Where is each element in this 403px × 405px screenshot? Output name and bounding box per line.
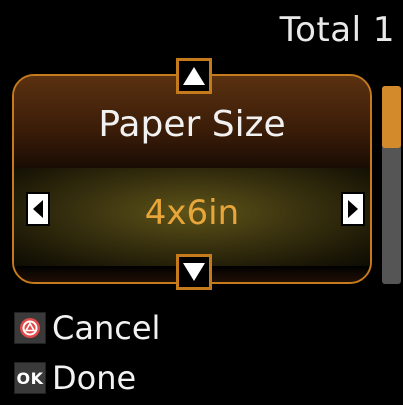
triangle-up-icon bbox=[183, 67, 205, 85]
setting-value: 4x6in bbox=[144, 193, 240, 233]
paper-size-setting-panel[interactable]: Paper Size 4x6in bbox=[12, 74, 372, 284]
stop-icon bbox=[14, 312, 46, 344]
scrollbar-thumb[interactable] bbox=[382, 86, 401, 148]
scroll-up-button[interactable] bbox=[176, 58, 212, 94]
setting-title: Paper Size bbox=[98, 104, 286, 145]
done-label: Done bbox=[52, 359, 137, 397]
previous-value-button[interactable] bbox=[26, 192, 50, 226]
triangle-down-icon bbox=[183, 263, 205, 281]
scroll-down-button[interactable] bbox=[176, 254, 212, 290]
ok-button-icon: OK bbox=[14, 362, 46, 394]
scrollbar[interactable] bbox=[382, 86, 401, 284]
triangle-left-icon bbox=[33, 200, 43, 218]
ok-icon-text: OK bbox=[16, 368, 44, 388]
cancel-action[interactable]: Cancel bbox=[14, 308, 160, 348]
triangle-right-icon bbox=[348, 200, 358, 218]
total-count-label: Total 1 bbox=[279, 10, 395, 50]
next-value-button[interactable] bbox=[341, 192, 365, 226]
stop-symbol-icon bbox=[20, 318, 40, 338]
done-action[interactable]: OK Done bbox=[14, 358, 136, 398]
cancel-label: Cancel bbox=[52, 309, 161, 347]
